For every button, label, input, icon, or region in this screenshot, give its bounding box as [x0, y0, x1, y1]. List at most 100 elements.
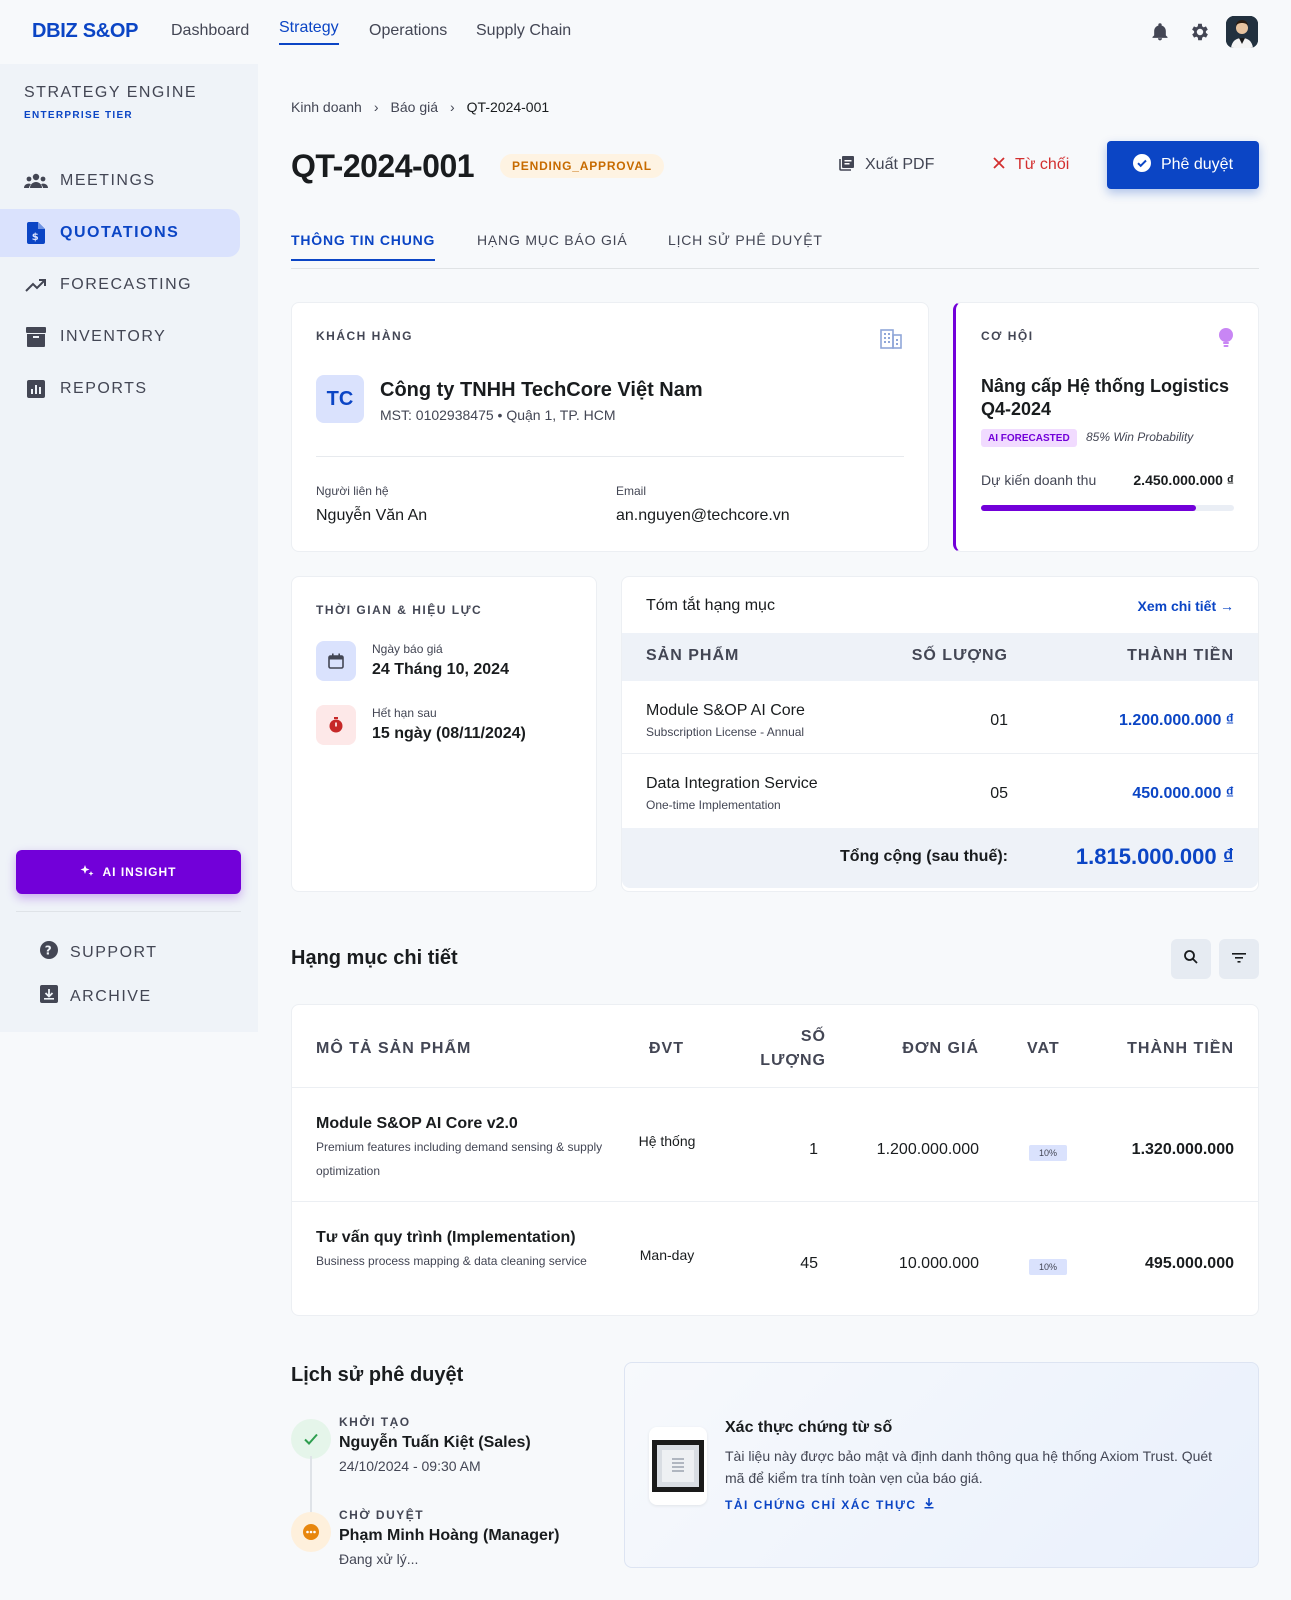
- building-icon: [880, 329, 902, 354]
- customer-card: KHÁCH HÀNG TC Công ty TNHH TechCore Việt…: [291, 302, 929, 552]
- item-qty: 1: [809, 1141, 818, 1158]
- sidebar-title: STRATEGY ENGINE: [24, 84, 198, 101]
- sidebar-item-quotations[interactable]: $ QUOTATIONS: [0, 209, 240, 257]
- quote-date: 24 Tháng 10, 2024: [372, 661, 509, 678]
- tab-quote-items[interactable]: HẠNG MỤC BÁO GIÁ: [477, 232, 627, 248]
- qr-code-icon[interactable]: [649, 1427, 707, 1505]
- pending-dots-icon: [291, 1512, 331, 1552]
- export-pdf-button[interactable]: Xuất PDF: [839, 141, 934, 189]
- user-avatar[interactable]: [1226, 16, 1258, 48]
- column-header: ĐƠN GIÁ: [902, 1040, 979, 1057]
- opportunity-title[interactable]: Nâng cấp Hệ thống Logistics Q4-2024: [981, 375, 1241, 421]
- view-details-link[interactable]: Xem chi tiết →: [1138, 598, 1234, 614]
- page-title: QT-2024-001: [291, 148, 475, 184]
- revenue-label: Dự kiến doanh thu: [981, 472, 1097, 488]
- verify-title: Xác thực chứng từ số: [725, 1419, 893, 1436]
- calendar-icon: [316, 641, 356, 681]
- sidebar-item-forecasting[interactable]: FORECASTING: [0, 261, 240, 309]
- expiry-value: 15 ngày (08/11/2024): [372, 725, 526, 742]
- trending-up-icon: [24, 273, 48, 297]
- reject-button[interactable]: Từ chối: [993, 141, 1069, 189]
- item-qty: 45: [800, 1255, 818, 1272]
- summary-table-header: SẢN PHẨM SỐ LƯỢNG THÀNH TIỀN: [622, 633, 1258, 681]
- row-divider: [292, 1201, 1258, 1202]
- breadcrumb-item[interactable]: Kinh doanh: [291, 99, 362, 115]
- sidebar-item-reports[interactable]: REPORTS: [0, 365, 240, 413]
- breadcrumb: Kinh doanh › Báo giá › QT-2024-001: [291, 99, 549, 115]
- ai-insight-button[interactable]: AI INSIGHT: [16, 850, 241, 894]
- sidebar-item-meetings[interactable]: MEETINGS: [0, 157, 240, 205]
- contact-name: Nguyễn Văn An: [316, 507, 428, 524]
- divider: [316, 456, 904, 457]
- breadcrumb-current: QT-2024-001: [466, 99, 550, 115]
- total-label: Tổng cộng (sau thuế):: [840, 848, 1008, 865]
- sidebar-item-archive[interactable]: ARCHIVE: [40, 985, 152, 1008]
- item-price: 1.200.000.000: [876, 1141, 979, 1158]
- timing-label: THỜI GIAN & HIỆU LỰC: [316, 603, 483, 617]
- item-desc: Premium features including demand sensin…: [316, 1140, 603, 1178]
- sparkle-icon: [80, 864, 94, 881]
- column-header: SỐ LƯỢNG: [911, 647, 1008, 664]
- revenue-value: 2.450.000.000 ₫: [1133, 472, 1234, 488]
- history-time: 24/10/2024 - 09:30 AM: [339, 1458, 481, 1474]
- history-time: Đang xử lý...: [339, 1551, 419, 1567]
- nav-strategy[interactable]: Strategy: [279, 19, 339, 45]
- item-price: 10.000.000: [898, 1255, 979, 1272]
- item-name: Module S&OP AI Core: [646, 702, 805, 719]
- svg-text:?: ?: [45, 944, 53, 958]
- search-icon: [1184, 949, 1198, 969]
- svg-text:$: $: [32, 232, 40, 243]
- group-icon: [24, 169, 48, 193]
- customer-avatar: TC: [316, 375, 364, 423]
- email-value[interactable]: an.nguyen@techcore.vn: [616, 507, 790, 525]
- breadcrumb-item[interactable]: Báo giá: [391, 99, 438, 115]
- table-row: Module S&OP AI Core Subscription License…: [622, 682, 1258, 754]
- sidebar-item-inventory[interactable]: INVENTORY: [0, 313, 240, 361]
- item-desc: Subscription License - Annual: [646, 725, 805, 739]
- total-value: 1.815.000.000 ₫: [1075, 844, 1234, 869]
- vat-badge: 10%: [1029, 1145, 1067, 1161]
- item-amount: 495.000.000: [1145, 1255, 1234, 1272]
- summary-card: Tóm tắt hạng mục Xem chi tiết → SẢN PHẨM…: [621, 576, 1259, 892]
- download-icon: [923, 1497, 935, 1512]
- tab-general-info[interactable]: THÔNG TIN CHUNG: [291, 232, 436, 261]
- item-amount: 1.200.000.000 ₫: [1119, 712, 1234, 729]
- item-amount: 1.320.000.000: [1131, 1141, 1234, 1158]
- sidebar-item-support[interactable]: ? SUPPORT: [40, 941, 158, 964]
- approve-label: Phê duyệt: [1160, 156, 1234, 173]
- nav-dashboard[interactable]: Dashboard: [171, 22, 249, 40]
- bar-chart-icon: [24, 377, 48, 401]
- gear-icon[interactable]: [1188, 20, 1212, 44]
- nav-operations[interactable]: Operations: [369, 22, 447, 40]
- sidebar-item-label: MEETINGS: [60, 172, 156, 189]
- close-icon: [993, 156, 1005, 174]
- expiry-label: Hết hạn sau: [372, 706, 437, 720]
- vat-badge: 10%: [1029, 1259, 1067, 1275]
- filter-button[interactable]: [1219, 939, 1259, 979]
- search-button[interactable]: [1171, 939, 1211, 979]
- item-name: Module S&OP AI Core v2.0: [316, 1115, 518, 1132]
- document-dollar-icon: $: [24, 221, 48, 245]
- quote-date-label: Ngày báo giá: [372, 642, 443, 656]
- bell-icon[interactable]: [1148, 20, 1172, 44]
- email-label: Email: [616, 484, 647, 498]
- filter-icon: [1232, 950, 1246, 968]
- nav-supply-chain[interactable]: Supply Chain: [476, 22, 571, 40]
- sidebar-item-label: REPORTS: [60, 380, 148, 397]
- row-divider: [292, 1087, 1258, 1088]
- download-certificate-label: TẢI CHỨNG CHỈ XÁC THỰC: [725, 1497, 917, 1512]
- summary-total-row: Tổng cộng (sau thuế): 1.815.000.000 ₫: [622, 828, 1258, 888]
- history-person: Phạm Minh Hoàng (Manager): [339, 1527, 560, 1544]
- win-probability: 85% Win Probability: [1086, 430, 1194, 444]
- brand-logo[interactable]: DBIZ S&OP: [32, 20, 139, 43]
- check-circle-icon: [1132, 153, 1151, 177]
- opportunity-card: CƠ HỘI Nâng cấp Hệ thống Logistics Q4-20…: [953, 302, 1259, 552]
- probability-progress-fill: [981, 505, 1197, 511]
- ai-forecasted-badge: AI FORECASTED: [981, 429, 1077, 447]
- history-step: KHỞI TẠO: [339, 1415, 411, 1429]
- tab-approval-history[interactable]: LỊCH SỬ PHÊ DUYỆT: [668, 232, 823, 248]
- approve-button[interactable]: Phê duyệt: [1107, 141, 1259, 189]
- download-certificate-link[interactable]: TẢI CHỨNG CHỈ XÁC THỰC: [725, 1497, 935, 1512]
- item-desc: One-time Implementation: [646, 798, 781, 812]
- timeline-connector: [310, 1456, 312, 1516]
